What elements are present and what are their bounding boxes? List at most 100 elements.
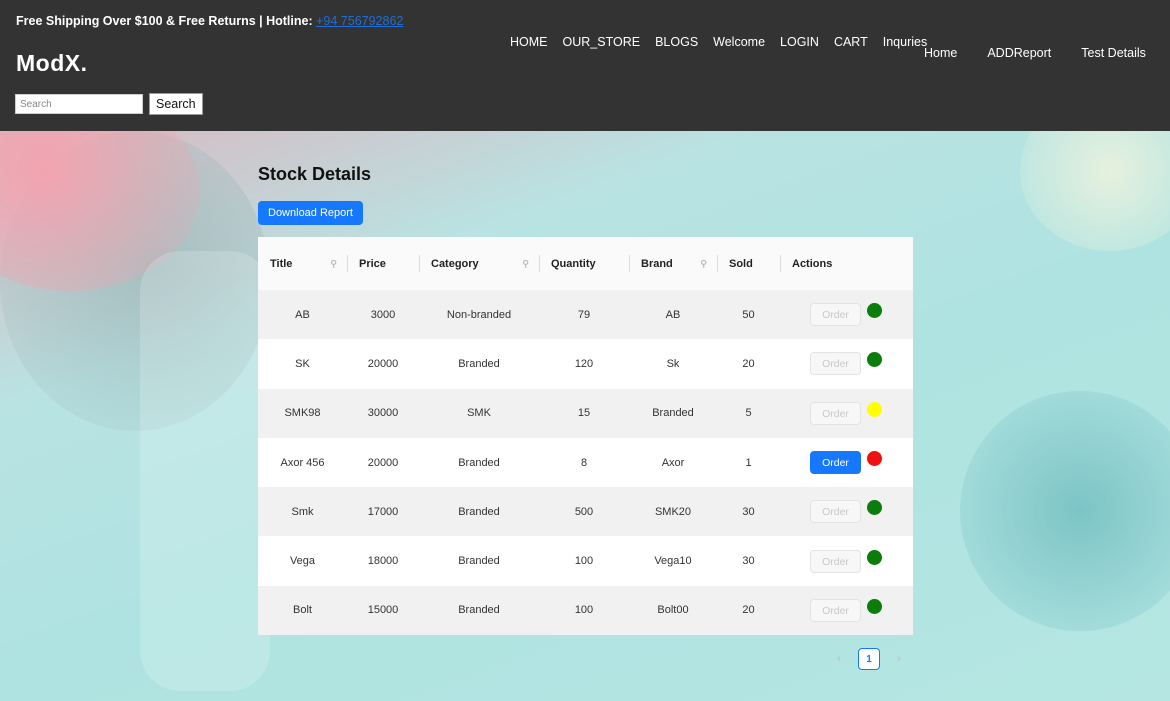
nav2-add-report[interactable]: ADDReport xyxy=(987,46,1051,60)
cell-title: AB xyxy=(258,290,347,340)
table-row: Smk 17000 Branded 500 SMK20 30 Order xyxy=(258,487,913,537)
order-button[interactable]: Order xyxy=(810,451,861,475)
cell-brand: Branded xyxy=(629,388,717,438)
cell-brand: SMK20 xyxy=(629,487,717,537)
cell-price: 15000 xyxy=(347,585,419,636)
column-header-sold: Sold xyxy=(717,237,780,290)
main-nav: HOME OUR_STORE BLOGS Welcome LOGIN CART … xyxy=(510,35,927,49)
cell-actions: Order xyxy=(780,290,913,340)
nav-cart[interactable]: CART xyxy=(834,35,868,49)
order-button: Order xyxy=(810,500,861,524)
cell-actions: Order xyxy=(780,437,913,488)
site-header: Free Shipping Over $100 & Free Returns |… xyxy=(0,0,1170,131)
cell-price: 17000 xyxy=(347,487,419,537)
column-label-price: Price xyxy=(359,257,386,270)
cell-price: 3000 xyxy=(347,290,419,340)
cell-quantity: 79 xyxy=(539,290,629,340)
cell-category: Branded xyxy=(419,585,539,636)
nav-home[interactable]: HOME xyxy=(510,35,548,49)
status-indicator-dot xyxy=(867,598,882,614)
cell-quantity: 15 xyxy=(539,388,629,438)
cell-category: Non-branded xyxy=(419,290,539,340)
table-row: Bolt 15000 Branded 100 Bolt00 20 Order xyxy=(258,585,913,636)
order-button: Order xyxy=(810,401,861,425)
site-logo[interactable]: ModX. xyxy=(16,50,88,77)
order-button: Order xyxy=(810,352,861,376)
cell-title: SMK98 xyxy=(258,388,347,438)
search-input[interactable] xyxy=(15,94,143,114)
background-blob xyxy=(1020,131,1170,251)
cell-sold: 20 xyxy=(717,339,780,389)
order-button: Order xyxy=(810,303,861,327)
download-report-button[interactable]: Download Report xyxy=(258,201,363,225)
cell-actions: Order xyxy=(780,388,913,438)
column-header-brand: Brand ⚲ xyxy=(629,237,717,290)
nav-our-store[interactable]: OUR_STORE xyxy=(563,35,641,49)
column-header-actions: Actions xyxy=(780,237,913,290)
nav-blogs[interactable]: BLOGS xyxy=(655,35,698,49)
cell-price: 20000 xyxy=(347,437,419,488)
column-header-category: Category ⚲ xyxy=(419,237,539,290)
table-body: AB 3000 Non-branded 79 AB 50 Order SK 20000 Brand… xyxy=(258,290,913,636)
cell-title: Bolt xyxy=(258,585,347,636)
cell-sold: 1 xyxy=(717,437,780,488)
cell-actions: Order xyxy=(780,585,913,636)
cell-sold: 20 xyxy=(717,585,780,636)
cell-sold: 30 xyxy=(717,487,780,537)
nav-welcome[interactable]: Welcome xyxy=(713,35,765,49)
column-label-category: Category xyxy=(431,257,479,270)
cell-quantity: 120 xyxy=(539,339,629,389)
nav2-test-details[interactable]: Test Details xyxy=(1081,46,1146,60)
cell-sold: 30 xyxy=(717,536,780,586)
column-label-title: Title xyxy=(270,257,293,270)
cell-title: SK xyxy=(258,339,347,389)
pagination: ‹ 1 › xyxy=(830,648,908,670)
table-row: AB 3000 Non-branded 79 AB 50 Order xyxy=(258,290,913,340)
cell-brand: Axor xyxy=(629,437,717,488)
page-title: Stock Details xyxy=(258,164,372,184)
table-header-row: Title ⚲ Price Category ⚲ Quantity Brand ⚲ S… xyxy=(258,237,913,290)
cell-brand: Sk xyxy=(629,339,717,389)
status-indicator-dot xyxy=(867,549,882,565)
nav-login[interactable]: LOGIN xyxy=(780,35,819,49)
cell-category: Branded xyxy=(419,487,539,537)
order-button: Order xyxy=(810,598,861,622)
cell-actions: Order xyxy=(780,339,913,389)
cell-category: Branded xyxy=(419,339,539,389)
cell-quantity: 8 xyxy=(539,437,629,488)
cell-brand: AB xyxy=(629,290,717,340)
table-row: SMK98 30000 SMK 15 Branded 5 Order xyxy=(258,388,913,438)
search-icon[interactable]: ⚲ xyxy=(700,258,707,269)
column-label-brand: Brand xyxy=(641,257,673,270)
status-indicator-dot xyxy=(867,500,882,516)
chevron-right-icon[interactable]: › xyxy=(890,653,908,665)
hotline-link[interactable]: +94 756792862 xyxy=(316,14,403,28)
cell-price: 20000 xyxy=(347,339,419,389)
cell-brand: Vega10 xyxy=(629,536,717,586)
status-indicator-dot xyxy=(867,401,882,417)
status-indicator-dot xyxy=(867,451,882,467)
order-button: Order xyxy=(810,549,861,573)
promo-text: Free Shipping Over $100 & Free Returns |… xyxy=(16,14,317,28)
cell-quantity: 500 xyxy=(539,487,629,537)
cell-category: Branded xyxy=(419,536,539,586)
secondary-nav: Home ADDReport Test Details xyxy=(924,46,1146,60)
background-blob xyxy=(960,391,1170,631)
cell-brand: Bolt00 xyxy=(629,585,717,636)
nav-inquiries[interactable]: Inquries xyxy=(883,35,927,49)
cell-category: SMK xyxy=(419,388,539,438)
cell-price: 18000 xyxy=(347,536,419,586)
chevron-left-icon[interactable]: ‹ xyxy=(830,653,848,665)
nav2-home[interactable]: Home xyxy=(924,46,957,60)
background-glass-shape xyxy=(140,251,270,691)
column-header-title: Title ⚲ xyxy=(258,237,347,290)
cell-price: 30000 xyxy=(347,388,419,438)
column-label-actions: Actions xyxy=(792,257,833,270)
stock-table: Title ⚲ Price Category ⚲ Quantity Brand ⚲ S… xyxy=(258,237,913,636)
search-icon[interactable]: ⚲ xyxy=(522,258,529,269)
cell-quantity: 100 xyxy=(539,585,629,636)
table-row: SK 20000 Branded 120 Sk 20 Order xyxy=(258,339,913,389)
search-button[interactable]: Search xyxy=(149,93,203,115)
page-number-1[interactable]: 1 xyxy=(858,648,880,670)
search-icon[interactable]: ⚲ xyxy=(330,258,337,269)
